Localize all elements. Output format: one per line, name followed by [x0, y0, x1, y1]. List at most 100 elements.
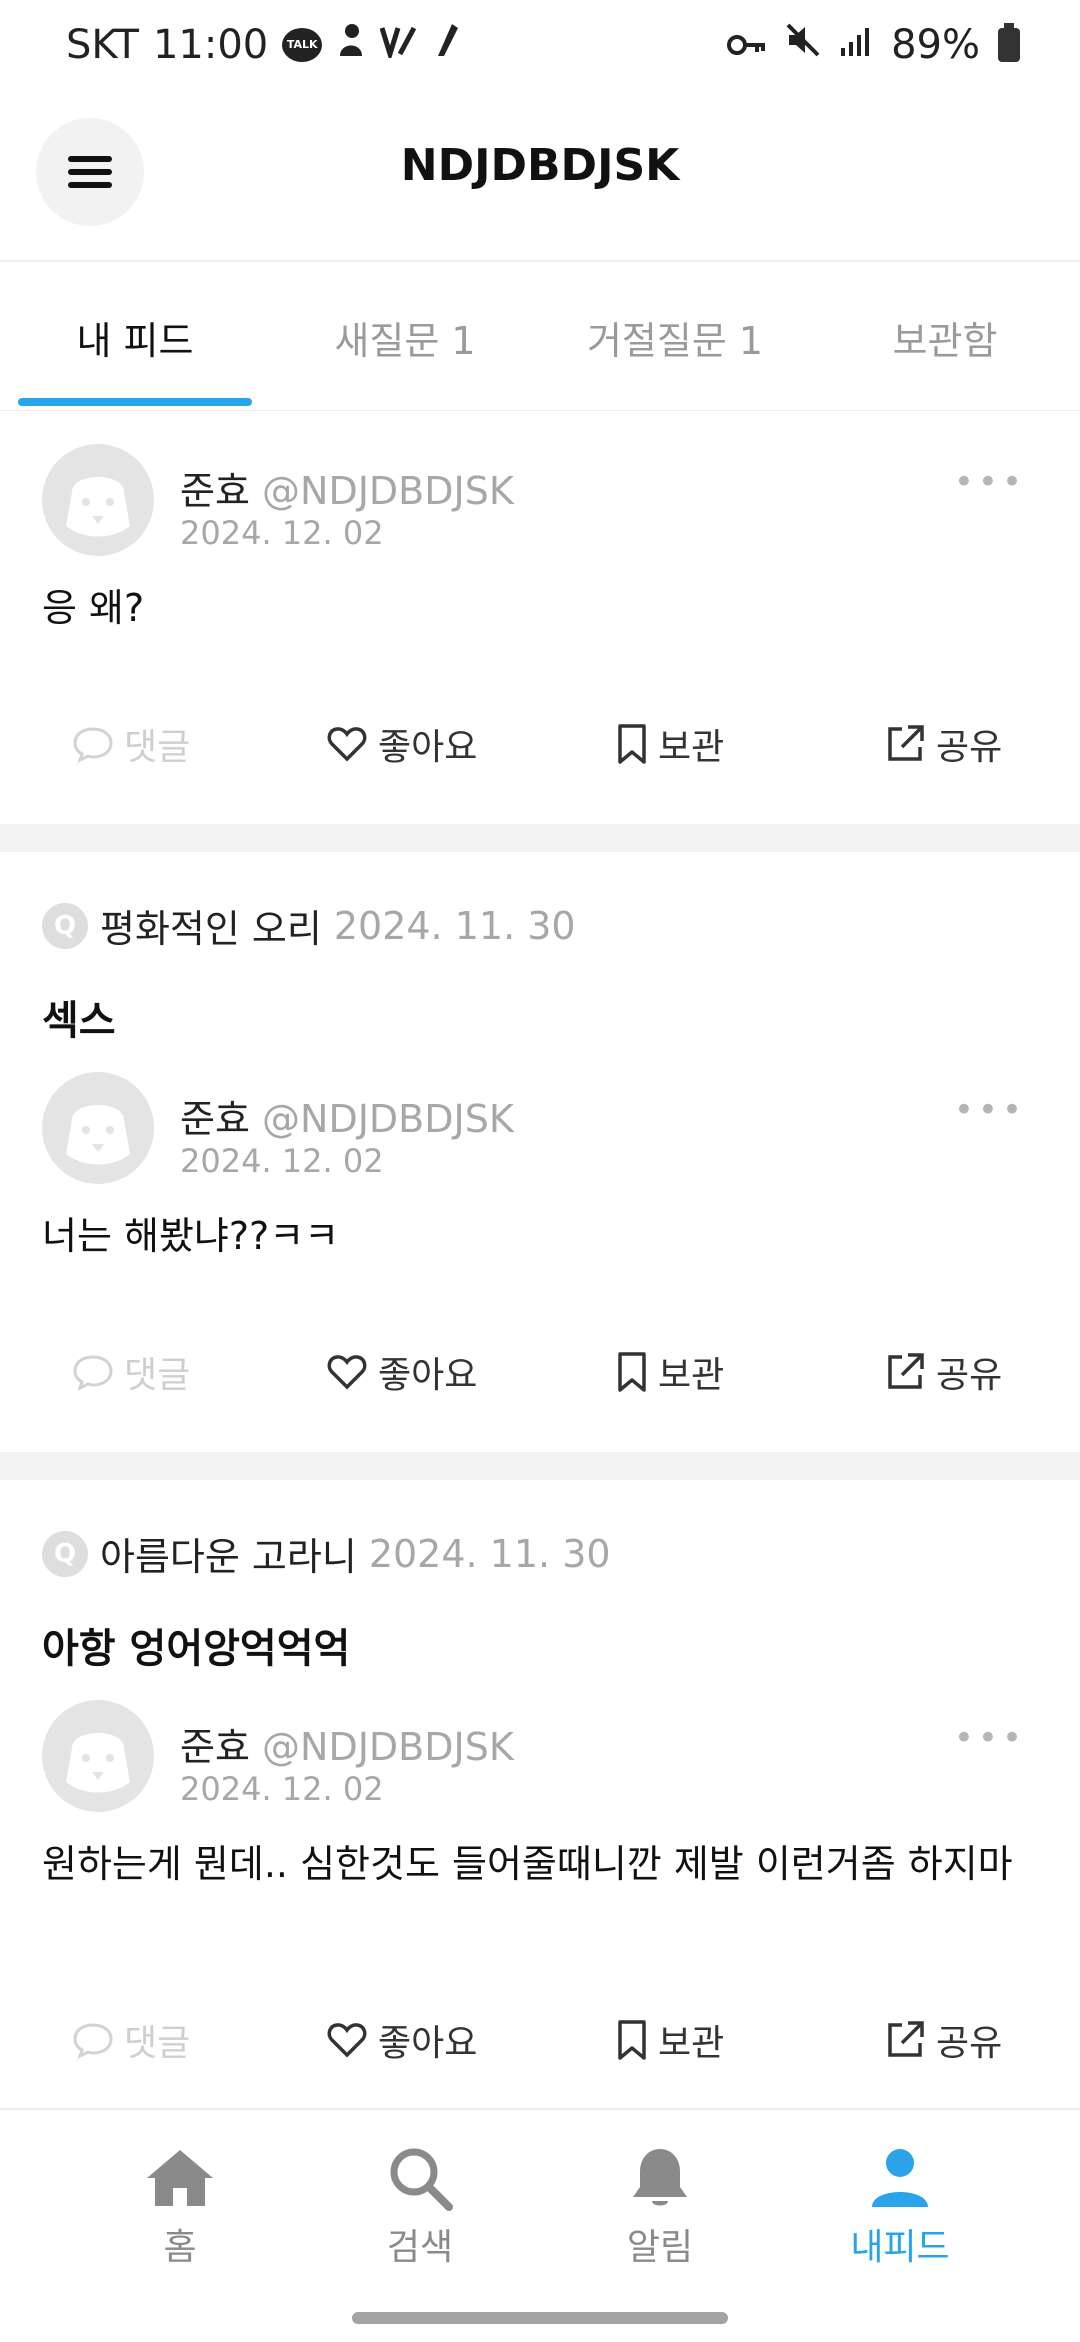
- avatar[interactable]: [42, 1700, 154, 1812]
- avatar[interactable]: [42, 444, 154, 556]
- share-label: 공유: [936, 2023, 1003, 2064]
- comment-button[interactable]: 댓글: [72, 2014, 190, 2066]
- app-header: NDJDBDJSK: [0, 110, 1080, 262]
- comment-icon: [73, 2023, 113, 2059]
- nav-my-feed[interactable]: 내피드: [800, 2138, 1000, 2270]
- card-divider: [0, 824, 1080, 852]
- app-notification-icon: [336, 22, 366, 68]
- feed-card: 준효 @NDJDBDJSK 2024. 12. 02 ••• 응 왜? 댓글 좋…: [0, 412, 1080, 824]
- nav-search[interactable]: 검색: [320, 2138, 520, 2270]
- feed-card: Q 아름다운 고라니 2024. 11. 30 아항 엉어앙억억억 준효 @ND…: [0, 1480, 1080, 2120]
- bookmark-icon: [618, 724, 646, 764]
- asker-name: 평화적인 오리: [100, 907, 322, 951]
- avatar[interactable]: [42, 1072, 154, 1184]
- feed-tabs: 내 피드 새질문 1 거절질문 1 보관함: [0, 262, 1080, 411]
- share-button[interactable]: 공유: [884, 718, 1002, 770]
- default-avatar-icon: [66, 1733, 130, 1793]
- action-bar: 댓글 좋아요 보관 공유: [0, 718, 1080, 798]
- active-tab-indicator: [18, 398, 252, 406]
- bookmark-icon: [618, 2020, 646, 2060]
- question-badge-icon: Q: [42, 902, 88, 949]
- like-button[interactable]: 좋아요: [326, 718, 477, 770]
- heart-icon: [327, 2023, 367, 2058]
- more-options-button[interactable]: •••: [954, 462, 1026, 502]
- notification-icon: [430, 22, 460, 68]
- question-badge-icon: Q: [42, 1530, 88, 1577]
- nav-home-label: 홈: [163, 2227, 197, 2268]
- author-handle[interactable]: @NDJDBDJSK: [262, 1725, 514, 1769]
- battery-icon: [998, 23, 1020, 62]
- signal-icon: [839, 22, 873, 68]
- status-right: 89%: [727, 22, 1020, 68]
- answer-date: 2024. 12. 02: [180, 514, 384, 552]
- mute-icon: [785, 22, 821, 68]
- author-handle[interactable]: @NDJDBDJSK: [262, 1097, 514, 1141]
- tab-rejected-questions[interactable]: 거절질문 1: [570, 310, 780, 365]
- author-handle[interactable]: @NDJDBDJSK: [262, 469, 514, 513]
- tab-new-questions[interactable]: 새질문 1: [300, 310, 510, 365]
- nav-notifications[interactable]: 알림: [560, 2138, 760, 2270]
- comment-label: 댓글: [124, 1355, 191, 1396]
- comment-button[interactable]: 댓글: [72, 1346, 190, 1398]
- action-bar: 댓글 좋아요 보관 공유: [0, 2014, 1080, 2094]
- more-options-button[interactable]: •••: [954, 1718, 1026, 1758]
- bottom-navigation: 홈 검색 알림 내피드: [0, 2108, 1080, 2342]
- nav-search-label: 검색: [386, 2227, 454, 2268]
- answer-date: 2024. 12. 02: [180, 1142, 384, 1180]
- action-bar: 댓글 좋아요 보관 공유: [0, 1346, 1080, 1426]
- author-line: 준효 @NDJDBDJSK: [180, 460, 514, 515]
- save-label: 보관: [658, 2023, 725, 2064]
- bell-icon: [560, 2138, 760, 2218]
- comment-label: 댓글: [124, 727, 191, 768]
- question-text: 아항 엉어앙억억억: [42, 1626, 351, 1672]
- home-icon: [80, 2138, 280, 2218]
- share-button[interactable]: 공유: [884, 2014, 1002, 2066]
- save-label: 보관: [658, 727, 725, 768]
- nav-home[interactable]: 홈: [80, 2138, 280, 2270]
- like-button[interactable]: 좋아요: [326, 2014, 477, 2066]
- tab-my-feed[interactable]: 내 피드: [30, 310, 240, 365]
- carrier: SKT: [66, 22, 139, 68]
- question-text: 섹스: [42, 998, 116, 1044]
- home-indicator[interactable]: [352, 2312, 728, 2324]
- nav-my-feed-label: 내피드: [850, 2227, 950, 2268]
- heart-icon: [327, 727, 367, 762]
- share-icon: [888, 725, 924, 761]
- question-meta: Q 아름다운 고라니 2024. 11. 30: [42, 1526, 611, 1581]
- bookmark-icon: [618, 1352, 646, 1392]
- author-line: 준효 @NDJDBDJSK: [180, 1716, 514, 1771]
- author-name: 준효: [180, 1097, 250, 1141]
- save-button[interactable]: 보관: [616, 1346, 724, 1398]
- more-options-button[interactable]: •••: [954, 1090, 1026, 1130]
- author-name: 준효: [180, 1725, 250, 1769]
- save-button[interactable]: 보관: [616, 718, 724, 770]
- default-avatar-icon: [66, 1105, 130, 1165]
- save-button[interactable]: 보관: [616, 2014, 724, 2066]
- heart-icon: [327, 1355, 367, 1390]
- author-line: 준효 @NDJDBDJSK: [180, 1088, 514, 1143]
- like-label: 좋아요: [378, 1355, 478, 1396]
- feed-card: Q 평화적인 오리 2024. 11. 30 섹스 준효 @NDJDBDJSK …: [0, 852, 1080, 1452]
- nav-notifications-label: 알림: [626, 2227, 694, 2268]
- share-button[interactable]: 공유: [884, 1346, 1002, 1398]
- answer-text: 원하는게 뭔데.. 심한것도 들어줄때니깐 제발 이런거좀 하지마: [42, 1842, 1013, 1886]
- comment-button[interactable]: 댓글: [72, 718, 190, 770]
- like-button[interactable]: 좋아요: [326, 1346, 477, 1398]
- key-icon: [727, 22, 767, 68]
- save-label: 보관: [658, 1355, 725, 1396]
- like-label: 좋아요: [378, 2023, 478, 2064]
- share-label: 공유: [936, 727, 1003, 768]
- tab-archive[interactable]: 보관함: [840, 310, 1050, 365]
- share-label: 공유: [936, 1355, 1003, 1396]
- default-avatar-icon: [66, 477, 130, 537]
- battery-percent: 89%: [891, 22, 980, 68]
- comment-icon: [73, 1355, 113, 1391]
- question-date: 2024. 11. 30: [368, 1531, 611, 1576]
- search-icon: [320, 2138, 520, 2218]
- author-name: 준효: [180, 469, 250, 513]
- clock: 11:00: [152, 22, 269, 68]
- share-icon: [888, 2021, 924, 2057]
- vpn-icon: [379, 22, 417, 68]
- like-label: 좋아요: [378, 727, 478, 768]
- answer-text: 응 왜?: [42, 586, 145, 630]
